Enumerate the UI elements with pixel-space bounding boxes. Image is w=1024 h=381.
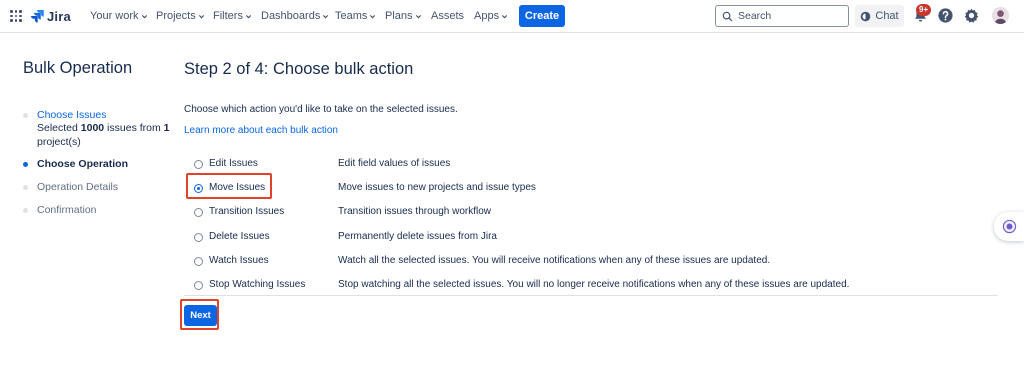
radio-button[interactable] [194,257,203,266]
top-navigation: Jira Your work Projects Filters Dashboar… [0,0,1024,33]
jira-logo[interactable]: Jira [31,8,71,24]
chat-label: Chat [875,10,899,22]
create-button[interactable]: Create [519,5,565,27]
operation-description: Transition issues through workflow [338,206,492,217]
section-divider [184,295,998,296]
operation-option-move[interactable]: Move Issues Move issues to new projects … [184,179,998,203]
summary-mid: issues from [104,122,164,134]
chevron-down-icon [141,14,147,18]
operation-label[interactable]: Delete Issues [209,231,270,242]
app-switcher-icon[interactable] [10,10,22,22]
summary-prefix: Selected [37,122,81,134]
sidebar-title: Bulk Operation [23,59,133,77]
user-avatar[interactable] [992,7,1009,24]
search-input[interactable] [738,10,838,22]
nav-teams[interactable]: Teams [335,10,376,22]
step-choose-issues-summary-2: project(s) [37,136,81,148]
assistant-widget[interactable] [994,212,1024,241]
step-confirmation-label: Confirmation [37,204,97,216]
step-choose-issues-link[interactable]: Choose Issues [37,109,106,121]
chevron-down-icon [501,14,508,18]
step-indicator-dot [23,113,28,118]
operation-label[interactable]: Watch Issues [209,255,269,266]
move-issues-highlight-box [186,173,272,199]
user-avatar-image [992,7,1009,24]
operation-description: Watch all the selected issues. You will … [338,255,771,266]
step-indicator-dot [23,162,28,167]
radio-button[interactable] [194,160,203,169]
assistant-icon [1002,219,1016,234]
operation-label[interactable]: Edit Issues [209,158,258,169]
operation-option-edit[interactable]: Edit Issues Edit field values of issues [184,155,998,179]
search-field[interactable] [715,5,849,27]
chevron-down-icon [323,14,329,18]
radio-button[interactable] [194,233,203,242]
step-choose-operation-label: Choose Operation [37,158,129,170]
nav-apps[interactable]: Apps [474,10,508,22]
operation-description: Edit field values of issues [338,158,451,169]
chevron-down-icon [245,14,252,18]
operation-option-watch[interactable]: Watch Issues Watch all the selected issu… [184,252,998,276]
help-icon[interactable] [937,7,954,24]
chevron-down-icon [198,14,204,18]
summary-project-count: 1 [163,122,170,134]
operation-description: Permanently delete issues from Jira [338,231,497,242]
product-name: Jira [47,8,71,24]
nav-plans-label: Plans [385,10,413,22]
learn-more-link[interactable]: Learn more about each bulk action [184,125,338,136]
nav-dashboards-label: Dashboards [261,10,321,22]
next-button-highlight-box [180,299,219,330]
step-choose-issues-summary: Selected 1000 issues from 1 [37,122,170,136]
settings-gear-icon[interactable] [963,7,980,24]
radio-button[interactable] [194,208,203,217]
nav-projects[interactable]: Projects [156,10,205,22]
operation-label[interactable]: Stop Watching Issues [209,279,305,290]
search-icon [722,11,733,21]
operation-description: Move issues to new projects and issue ty… [338,182,536,193]
nav-teams-label: Teams [335,10,368,22]
jira-logo-icon [31,9,44,23]
nav-assets-label: Assets [431,10,465,22]
nav-assets[interactable]: Assets [431,10,464,22]
intro-text: Choose which action you'd like to take o… [184,104,458,115]
nav-plans[interactable]: Plans [385,10,422,22]
operation-label[interactable]: Transition Issues [209,206,284,217]
nav-filters-label: Filters [213,10,243,22]
page-title: Step 2 of 4: Choose bulk action [184,60,414,78]
notification-count-badge: 9+ [916,4,932,16]
chevron-down-icon [415,14,421,18]
nav-filters[interactable]: Filters [213,10,252,22]
nav-apps-label: Apps [474,10,500,22]
chat-icon [861,11,871,21]
step-operation-details-label: Operation Details [37,181,119,193]
step-indicator-dot [23,208,28,213]
nav-your-work[interactable]: Your work [90,10,148,22]
summary-issue-count: 1000 [80,122,105,134]
operation-description: Stop watching all the selected issues. Y… [338,279,850,290]
step-indicator-dot [23,185,28,190]
chat-button[interactable]: Chat [855,5,904,27]
nav-projects-label: Projects [156,10,196,22]
nav-your-work-label: Your work [90,10,139,22]
operation-option-transition[interactable]: Transition Issues Transition issues thro… [184,203,998,227]
operation-option-stop-watching[interactable]: Stop Watching Issues Stop watching all t… [184,276,998,300]
radio-button[interactable] [194,281,203,290]
chevron-down-icon [370,14,376,18]
nav-dashboards[interactable]: Dashboards [261,10,329,22]
operation-option-delete[interactable]: Delete Issues Permanently delete issues … [184,228,998,252]
